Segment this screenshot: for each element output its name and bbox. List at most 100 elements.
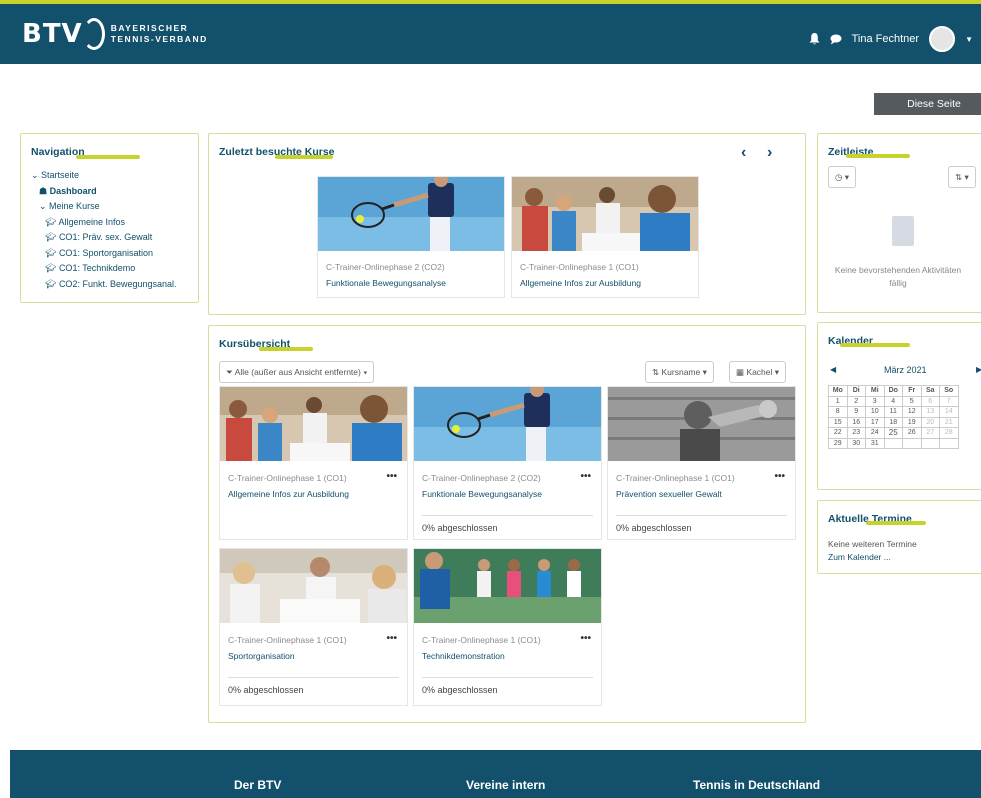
divider xyxy=(616,515,787,516)
chevron-down-icon: ⌄ xyxy=(39,201,50,211)
no-events-text: Keine weiteren Termine xyxy=(828,539,917,549)
course-progress: 0% abgeschlossen xyxy=(228,685,304,695)
title-underline xyxy=(846,154,910,158)
recent-course-card[interactable]: C-Trainer-Onlinephase 2 (CO2) Funktional… xyxy=(317,176,505,298)
course-progress: 0% abgeschlossen xyxy=(422,523,498,533)
course-category: C-Trainer-Onlinephase 1 (CO1) xyxy=(228,473,347,483)
grid-icon: ▦ xyxy=(736,367,747,377)
nav-item-course[interactable]: 🎓︎ CO1: Sportorganisation xyxy=(31,246,177,262)
btv-logo[interactable]: BTV BAYERISCHER TENNIS-VERBAND xyxy=(22,18,208,50)
course-progress: 0% abgeschlossen xyxy=(616,523,692,533)
calendar-week: 8 9 10 11 12 13 14 xyxy=(828,406,959,418)
footer-link-tennis-deutschland[interactable]: Tennis in Deutschland xyxy=(693,778,820,792)
empty-list-icon xyxy=(892,216,914,246)
chat-bubble-icon[interactable] xyxy=(830,34,842,45)
graduation-cap-icon: 🎓︎ xyxy=(45,216,59,227)
course-name-link[interactable]: Allgemeine Infos zur Ausbildung xyxy=(228,489,349,499)
more-options-icon[interactable]: ••• xyxy=(386,471,397,482)
course-image-tennis xyxy=(318,177,504,251)
course-image-technique xyxy=(414,549,601,623)
course-card[interactable]: C-Trainer-Onlinephase 1 (CO1) ••• Techni… xyxy=(413,548,602,706)
chevron-down-icon[interactable]: ▼ xyxy=(965,35,973,44)
calendar-link[interactable]: Zum Kalender ... xyxy=(828,552,891,562)
course-card[interactable]: C-Trainer-Onlinephase 2 (CO2) ••• Funkti… xyxy=(413,386,602,540)
course-category: C-Trainer-Onlinephase 2 (CO2) xyxy=(422,473,541,483)
nav-item-course[interactable]: 🎓︎ CO2: Funkt. Bewegungsanal. xyxy=(31,277,177,293)
course-image-prevention xyxy=(608,387,795,461)
course-name-link[interactable]: Technikdemonstration xyxy=(422,651,505,661)
course-name-link[interactable]: Allgemeine Infos zur Ausbildung xyxy=(520,278,641,288)
course-name-link[interactable]: Funktionale Bewegungsanalyse xyxy=(326,278,446,288)
course-card[interactable]: C-Trainer-Onlinephase 1 (CO1) ••• Sporto… xyxy=(219,548,408,706)
nav-item-course[interactable]: 🎓︎ CO1: Technikdemo xyxy=(31,261,177,277)
graduation-cap-icon: 🎓︎ xyxy=(45,263,59,273)
bell-icon[interactable] xyxy=(809,33,820,45)
edit-page-button[interactable]: Diese Seite bearbeiten xyxy=(874,93,981,132)
next-month-icon[interactable]: ▶ xyxy=(976,365,981,374)
avatar[interactable] xyxy=(929,26,956,52)
view-dropdown[interactable]: ▦ Kachel ▾ xyxy=(729,361,787,383)
weekday-header: Mo Di Mi Do Fr Sa So xyxy=(828,385,959,397)
course-name-link[interactable]: Funktionale Bewegungsanalyse xyxy=(422,489,542,499)
nav-item-startseite[interactable]: ⌄ Startseite xyxy=(31,168,177,184)
title-underline xyxy=(275,155,333,159)
course-card[interactable]: C-Trainer-Onlinephase 1 (CO1) ••• Präven… xyxy=(607,386,796,540)
course-name-link[interactable]: Prävention sexueller Gewalt xyxy=(616,489,722,499)
course-image-tennis xyxy=(414,387,601,461)
logo-btv-text: BTV xyxy=(22,19,83,49)
title-underline xyxy=(76,155,140,159)
course-image-group xyxy=(220,387,407,461)
footer-link-der-btv[interactable]: Der BTV xyxy=(234,778,281,792)
timeline-filter-dropdown[interactable]: ◷ ▾ xyxy=(828,166,857,188)
nav-item-course[interactable]: 🎓︎ CO1: Präv. sex. Gewalt xyxy=(31,230,177,246)
course-category: C-Trainer-Onlinephase 2 (CO2) xyxy=(326,262,445,272)
more-options-icon[interactable]: ••• xyxy=(580,633,591,644)
calendar-week: 22 23 24 25 26 27 28 xyxy=(828,427,959,439)
divider xyxy=(422,677,593,678)
course-category: C-Trainer-Onlinephase 1 (CO1) xyxy=(616,473,735,483)
carousel-prev-icon[interactable]: ‹ xyxy=(741,144,746,162)
calendar-week: 1234567 xyxy=(828,395,959,407)
clock-icon: ◷ xyxy=(835,172,843,182)
course-image-group xyxy=(512,177,698,251)
more-options-icon[interactable]: ••• xyxy=(774,471,785,482)
prev-month-icon[interactable]: ◀ xyxy=(830,365,836,374)
carousel-next-icon[interactable]: › xyxy=(767,144,772,162)
course-category: C-Trainer-Onlinephase 1 (CO1) xyxy=(422,635,541,645)
timeline-empty-text: Keine bevorstehenden Aktivitäten fällig xyxy=(834,265,962,288)
footer: Der BTV Vereine intern Tennis in Deutsch… xyxy=(10,750,981,798)
graduation-cap-icon: 🎓︎ xyxy=(45,232,59,242)
sort-dropdown[interactable]: ⇅ Kursname ▾ xyxy=(645,361,714,383)
more-options-icon[interactable]: ••• xyxy=(386,633,397,644)
dashboard-icon: ☗ xyxy=(39,185,50,196)
course-card[interactable]: C-Trainer-Onlinephase 1 (CO1) ••• Allgem… xyxy=(219,386,408,540)
calendar-block: Kalender ◀ März 2021 ▶ Mo Di Mi Do Fr Sa So 12… xyxy=(817,322,981,490)
graduation-cap-icon: 🎓︎ xyxy=(45,278,59,289)
graduation-cap-icon: 🎓︎ xyxy=(45,247,59,258)
filter-dropdown[interactable]: ⏷ Alle (außer aus Ansicht entfernte) ▾ xyxy=(219,361,375,383)
course-category: C-Trainer-Onlinephase 1 (CO1) xyxy=(228,635,347,645)
logo-swoosh-icon xyxy=(82,18,105,50)
divider xyxy=(228,677,399,678)
course-image-meeting xyxy=(220,549,407,623)
nav-item-meine-kurse[interactable]: ⌄ Meine Kurse xyxy=(31,199,177,215)
filter-icon: ⏷ xyxy=(226,367,235,377)
nav-item-dashboard[interactable]: ☗ Dashboard xyxy=(31,184,177,200)
title-underline xyxy=(259,347,313,351)
course-name-link[interactable]: Sportorganisation xyxy=(228,651,295,661)
recent-course-card[interactable]: C-Trainer-Onlinephase 1 (CO1) Allgemeine… xyxy=(511,176,699,298)
course-category: C-Trainer-Onlinephase 1 (CO1) xyxy=(520,262,639,272)
navigation-block: Navigation ⌄ Startseite ☗ Dashboard ⌄ Me… xyxy=(20,133,199,303)
more-options-icon[interactable]: ••• xyxy=(580,471,591,482)
timeline-sort-dropdown[interactable]: ⇅ ▾ xyxy=(948,166,976,188)
recent-courses-block: Zuletzt besuchte Kurse ‹ › C-Trainer-Onl… xyxy=(208,133,806,315)
title-underline xyxy=(866,521,926,525)
nav-item-course[interactable]: 🎓︎ Allgemeine Infos xyxy=(31,215,177,231)
title-underline xyxy=(840,343,910,347)
divider xyxy=(422,515,593,516)
user-area: Tina Fechtner ▼ xyxy=(809,26,973,52)
user-name[interactable]: Tina Fechtner xyxy=(852,33,919,45)
calendar-month: März 2021 xyxy=(884,365,927,375)
footer-link-vereine-intern[interactable]: Vereine intern xyxy=(466,778,545,792)
top-navbar: BTV BAYERISCHER TENNIS-VERBAND Tina Fech… xyxy=(0,0,981,64)
